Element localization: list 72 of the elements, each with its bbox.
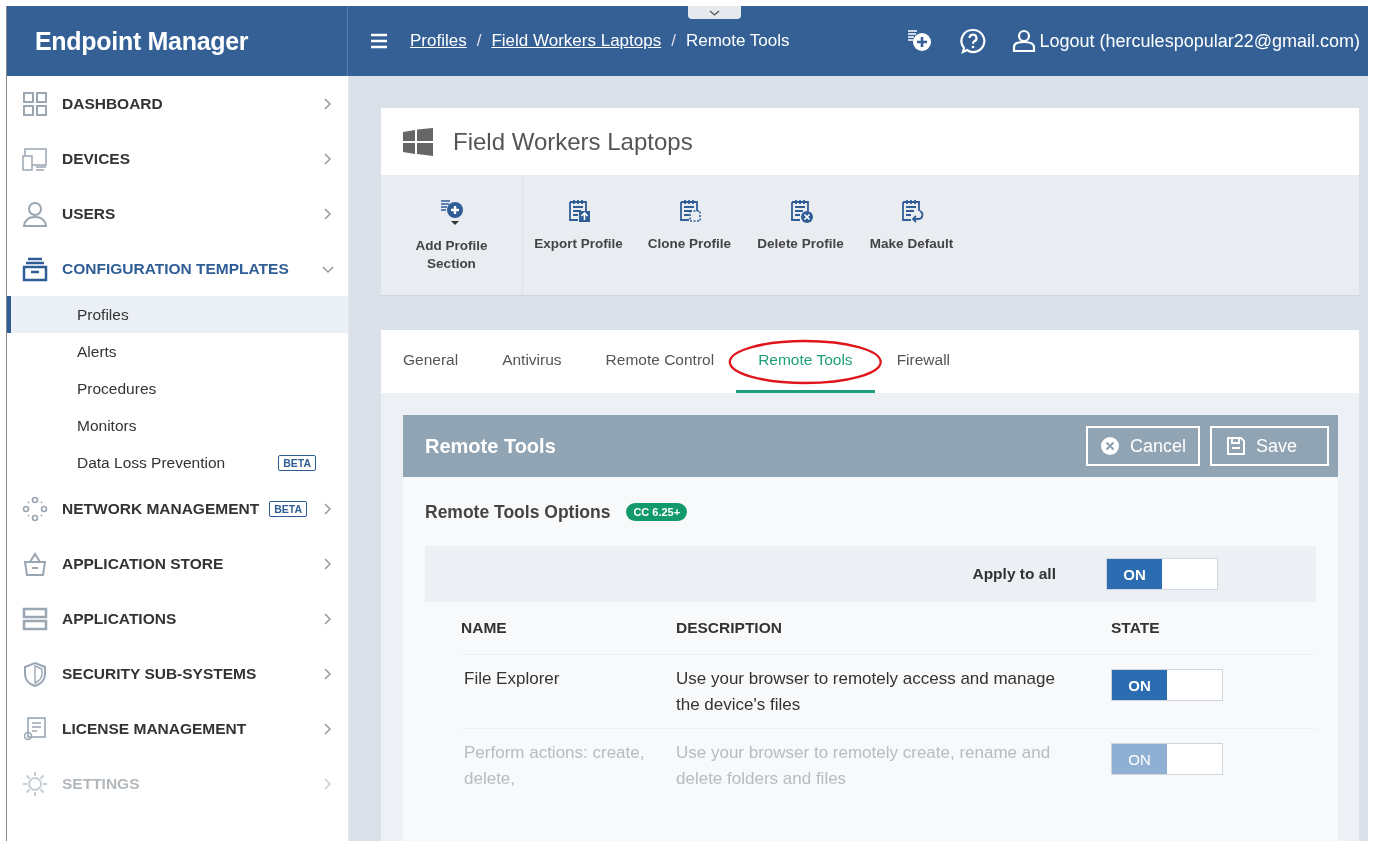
table-cell: File Explorer <box>461 654 676 728</box>
version-badge: CC 6.25+ <box>626 503 688 521</box>
chevron-right-icon <box>322 612 334 625</box>
sidebar-subitem[interactable]: Monitors <box>7 407 348 444</box>
chevron-right-icon <box>322 557 334 570</box>
logout-link[interactable]: Logout (herculespopular22@gmail.com) <box>1039 30 1360 52</box>
beta-badge: BETA <box>269 500 307 517</box>
column-header: DESCRIPTION <box>676 618 783 638</box>
sidebar-subitem[interactable]: Data Loss Prevention BETA <box>7 444 348 481</box>
add-icon[interactable] <box>905 28 934 54</box>
chevron-right-icon <box>322 502 334 515</box>
table-cell: Perform actions: create, delete, <box>461 728 676 802</box>
certificate-icon <box>22 715 48 742</box>
help-icon[interactable] <box>959 28 986 54</box>
shield-icon <box>22 660 48 687</box>
tab[interactable]: Antivirus <box>480 330 584 393</box>
grid-icon <box>22 90 48 117</box>
table-cell: Use your browser to remotely create, rename and delete folders and files <box>676 728 1111 802</box>
sidebar-item[interactable]: USERS <box>7 186 348 241</box>
tab[interactable]: General <box>403 330 481 393</box>
profile-title: Field Workers Laptops <box>453 127 693 156</box>
column-header: NAME <box>461 618 508 638</box>
user-icon <box>22 200 48 227</box>
breadcrumb-separator: / <box>671 31 676 51</box>
breadcrumb-separator: / <box>476 31 482 51</box>
breadcrumb-link[interactable]: Profiles <box>410 31 467 51</box>
sidebar-item[interactable]: LICENSE MANAGEMENT <box>7 701 348 756</box>
windows-icon <box>403 127 433 156</box>
server-icon <box>22 605 48 632</box>
toggle-switch[interactable]: ON <box>1111 669 1223 701</box>
toolbar-button[interactable]: Clone Profile <box>634 175 745 295</box>
section-title: Remote Tools <box>425 434 556 458</box>
app-title: Endpoint Manager <box>35 26 249 56</box>
breadcrumb-link[interactable]: Field Workers Laptops <box>491 31 662 51</box>
sidebar-subitem[interactable]: Alerts <box>7 333 348 370</box>
sidebar-item[interactable]: CONFIGURATION TEMPLATES <box>7 241 348 296</box>
sidebar-subitem[interactable]: Procedures <box>7 370 348 407</box>
column-header: STATE <box>1111 618 1161 638</box>
sidebar-subitem[interactable]: Profiles <box>7 296 348 333</box>
tab[interactable]: Firewall <box>874 330 973 393</box>
network-icon <box>22 495 48 522</box>
sidebar-item[interactable]: APPLICATION STORE <box>7 536 348 591</box>
tab[interactable]: Remote Control <box>583 330 737 393</box>
chevron-right-icon <box>322 97 334 110</box>
beta-badge: BETA <box>278 454 316 471</box>
menu-icon[interactable] <box>370 33 388 49</box>
chevron-right-icon <box>322 777 334 790</box>
sidebar-item[interactable]: SECURITY SUB-SYSTEMS <box>7 646 348 701</box>
collapse-tab-icon[interactable] <box>688 6 741 19</box>
settings-icon <box>22 770 48 797</box>
table-cell: Use your browser to remotely access and manage the device's files <box>676 654 1111 728</box>
chevron-right-icon <box>322 152 334 165</box>
toolbar-button[interactable]: Add Profile Section <box>381 175 523 295</box>
chevron-right-icon <box>322 207 334 220</box>
options-title: Remote Tools Options <box>425 501 611 523</box>
sidebar-item[interactable]: DEVICES <box>7 131 348 186</box>
sidebar-item[interactable]: DASHBOARD <box>7 76 348 131</box>
chevron-right-icon <box>322 667 334 680</box>
breadcrumb-current: Remote Tools <box>685 31 790 51</box>
toolbar-button[interactable]: Export Profile <box>523 175 634 295</box>
chevron-right-icon <box>322 722 334 735</box>
stack-icon <box>22 255 48 282</box>
sidebar-item[interactable]: APPLICATIONS <box>7 591 348 646</box>
close-icon <box>1099 436 1120 456</box>
apply-to-all-label: Apply to all <box>972 565 1056 583</box>
toolbar-button[interactable]: Make Default <box>856 175 967 295</box>
user-icon <box>1011 29 1036 53</box>
toolbar-button[interactable]: Delete Profile <box>745 175 856 295</box>
devices-icon <box>22 145 48 172</box>
sidebar-item[interactable]: NETWORK MANAGEMENT BETA <box>7 481 348 536</box>
toggle-switch[interactable]: ON <box>1106 558 1218 590</box>
basket-icon <box>22 550 48 577</box>
